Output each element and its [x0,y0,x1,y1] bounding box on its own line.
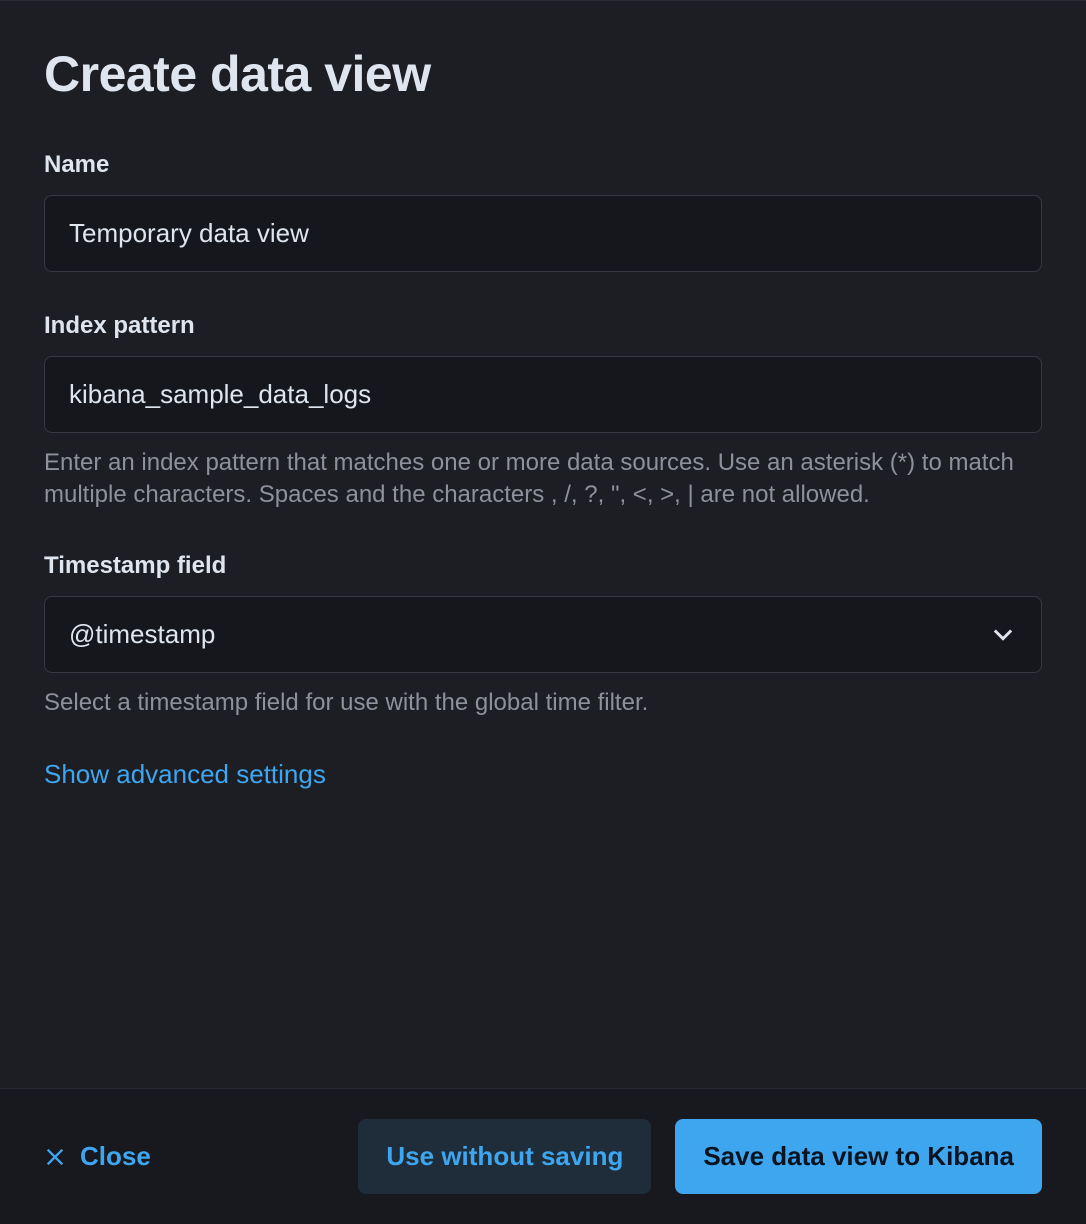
timestamp-field-help: Select a timestamp field for use with th… [44,687,1042,719]
timestamp-field-select[interactable]: @timestamp [44,596,1042,673]
name-label: Name [44,151,1042,179]
page-title: Create data view [44,45,1042,103]
name-input[interactable] [44,195,1042,272]
show-advanced-settings-link[interactable]: Show advanced settings [44,759,326,790]
index-pattern-input[interactable] [44,356,1042,433]
save-data-view-label: Save data view to Kibana [703,1141,1014,1172]
index-pattern-label: Index pattern [44,312,1042,340]
timestamp-field-label: Timestamp field [44,552,1042,580]
name-field-group: Name [44,151,1042,272]
use-without-saving-label: Use without saving [386,1141,623,1172]
close-button[interactable]: Close [44,1119,179,1194]
close-button-label: Close [80,1141,151,1172]
chevron-down-icon [989,620,1017,648]
create-data-view-panel: Create data view Name Index pattern Ente… [0,0,1086,1224]
panel-content: Create data view Name Index pattern Ente… [0,1,1086,1088]
index-pattern-field-group: Index pattern Enter an index pattern tha… [44,312,1042,512]
close-icon [44,1146,66,1168]
save-data-view-button[interactable]: Save data view to Kibana [675,1119,1042,1194]
index-pattern-help: Enter an index pattern that matches one … [44,447,1042,512]
panel-footer: Close Use without saving Save data view … [0,1088,1086,1224]
timestamp-field-group: Timestamp field @timestamp Select a time… [44,552,1042,719]
timestamp-field-value: @timestamp [69,619,215,650]
use-without-saving-button[interactable]: Use without saving [358,1119,651,1194]
